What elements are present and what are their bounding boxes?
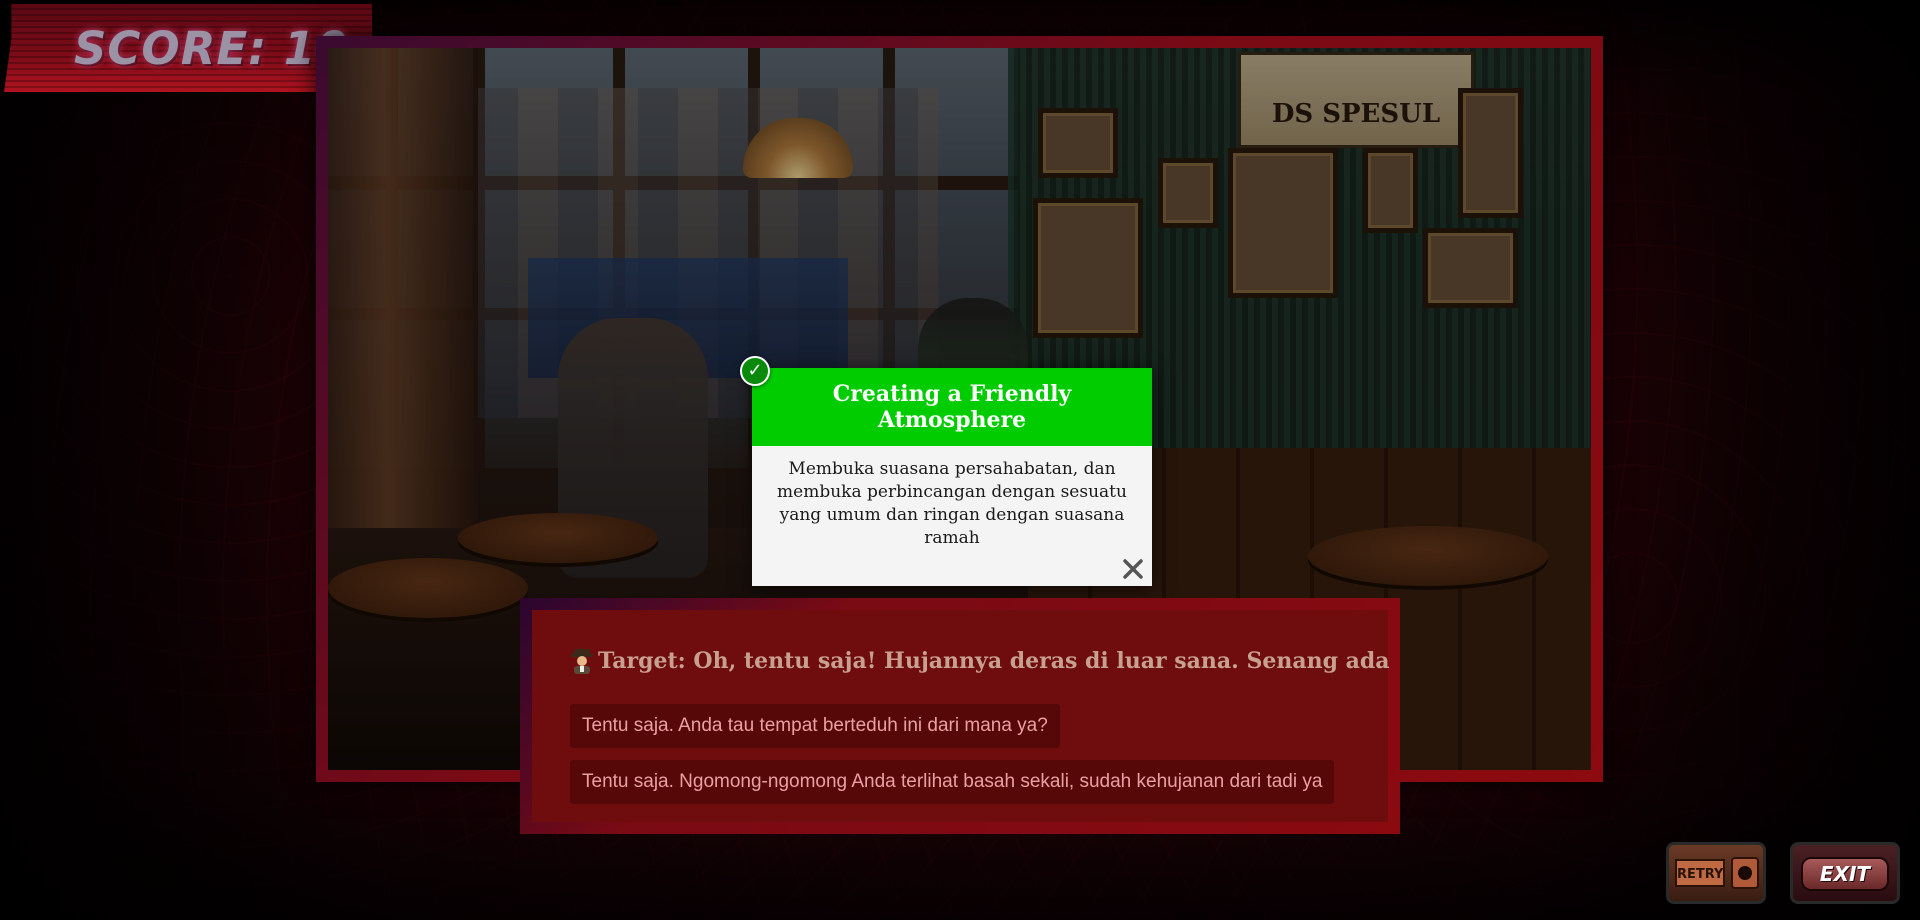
npc-dialog-line: Target: Oh, tentu saja! Hujannya deras d… [570,648,1390,674]
npc-dialog-text: Target: Oh, tentu saja! Hujannya deras d… [598,648,1390,674]
popup-title: Creating a Friendly Atmosphere [752,368,1152,446]
retry-button[interactable]: RETRY [1666,842,1766,904]
dialog-panel-inner: Target: Oh, tentu saja! Hujannya deras d… [532,610,1390,822]
score-label: SCORE: 10 [74,22,349,75]
feedback-popup: Creating a Friendly Atmosphere Membuka s… [752,368,1152,586]
check-circle-icon: ✓ [740,356,770,386]
retry-knob-icon [1731,857,1759,889]
retry-button-label: RETRY [1675,859,1725,887]
exit-button-label: EXIT [1801,857,1889,891]
popup-body: Membuka suasana persahabatan, dan membuk… [777,459,1127,548]
dialog-panel: Target: Oh, tentu saja! Hujannya deras d… [520,598,1400,834]
exit-button[interactable]: EXIT [1790,842,1900,904]
dialog-choice-2[interactable]: Tentu saja. Ngomong-ngomong Anda terliha… [570,760,1335,804]
close-icon[interactable] [1120,556,1146,582]
dialog-choice-1[interactable]: Tentu saja. Anda tau tempat berteduh ini… [570,704,1060,748]
detective-emoji-icon [570,648,594,674]
